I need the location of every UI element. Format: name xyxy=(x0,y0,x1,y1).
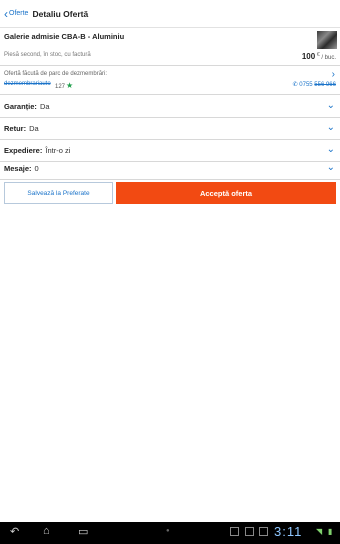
detail-label: Garanție: xyxy=(4,102,37,111)
wifi-icon: ◥ xyxy=(316,527,323,536)
detail-value: Într-o zi xyxy=(45,146,71,155)
detail-label: Expediere: xyxy=(4,146,43,155)
product-description: Piesă second, în stoc, cu factură xyxy=(4,52,91,58)
price-unit: / buc. xyxy=(321,55,336,61)
recent-apps-icon[interactable]: ▭ xyxy=(78,525,88,538)
back-nav-icon[interactable]: ↶ xyxy=(10,525,19,538)
clock[interactable]: 3:11 xyxy=(274,524,302,539)
chevron-down-icon[interactable]: ⌄ xyxy=(327,100,335,111)
phone-prefix: 0755 xyxy=(299,82,313,88)
star-icon: ★ xyxy=(66,81,74,90)
chevron-down-icon[interactable]: ⌄ xyxy=(327,144,335,155)
chevron-down-icon[interactable]: ⌄ xyxy=(327,162,335,173)
notification-icon[interactable] xyxy=(259,527,268,536)
product-thumbnail[interactable] xyxy=(317,31,337,49)
gallery-icon[interactable] xyxy=(230,527,239,536)
detail-value: Da xyxy=(39,102,50,111)
detail-row-retur[interactable]: Retur: Da ⌄ xyxy=(0,118,340,140)
detail-row-mesaje[interactable]: Mesaje: 0 ⌄ xyxy=(0,158,340,180)
rating-count: 127 xyxy=(55,84,66,90)
phone-masked: 556 966 xyxy=(314,82,336,88)
detail-value: 0 xyxy=(34,164,39,173)
screenshot-icon[interactable] xyxy=(245,527,254,536)
save-favorite-button[interactable]: Salvează la Preferate xyxy=(4,182,113,204)
phone-link[interactable]: ✆ 0755 556 966 xyxy=(293,81,336,88)
chevron-right-icon[interactable]: › xyxy=(332,69,335,80)
back-label: Oferte xyxy=(9,10,29,17)
product-summary[interactable]: Galerie admisie CBA-B - Aluminiu Piesă s… xyxy=(0,28,340,66)
back-button[interactable]: ‹ Oferte xyxy=(4,6,29,21)
detail-label: Mesaje: xyxy=(4,164,32,173)
seller-label: Ofertă făcută de parc de dezmembrări: xyxy=(4,71,108,77)
detail-value: Da xyxy=(29,124,39,133)
chevron-down-icon[interactable]: ⌄ xyxy=(327,122,335,133)
seller-info[interactable]: Ofertă făcută de parc de dezmembrări: › … xyxy=(0,67,340,95)
home-icon[interactable]: ⌂ xyxy=(43,525,50,537)
detail-label: Retur: xyxy=(4,124,27,133)
product-price: 100 € / buc. xyxy=(302,52,336,61)
detail-row-garantie[interactable]: Garanție: Da ⌄ xyxy=(0,96,340,118)
page-title: Detaliu Ofertă xyxy=(32,8,89,19)
phone-icon: ✆ xyxy=(292,82,298,88)
menu-dot-icon[interactable]: ● xyxy=(166,528,170,534)
price-value: 100 xyxy=(301,52,316,61)
price-currency: € xyxy=(316,52,320,58)
top-bar: ‹ Oferte Detaliu Ofertă xyxy=(0,0,340,28)
product-name: Galerie admisie CBA-B - Aluminiu xyxy=(4,32,125,41)
system-nav-bar: ↶ ⌂ ▭ ● 3:11 ◥ ▮ xyxy=(0,522,340,544)
accept-offer-button[interactable]: Acceptă oferta xyxy=(116,182,336,204)
chevron-left-icon: ‹ xyxy=(4,6,8,21)
battery-icon: ▮ xyxy=(328,527,333,536)
seller-name-link[interactable]: dezmembrariauto xyxy=(4,81,51,87)
seller-rating: 127★ xyxy=(55,81,73,90)
